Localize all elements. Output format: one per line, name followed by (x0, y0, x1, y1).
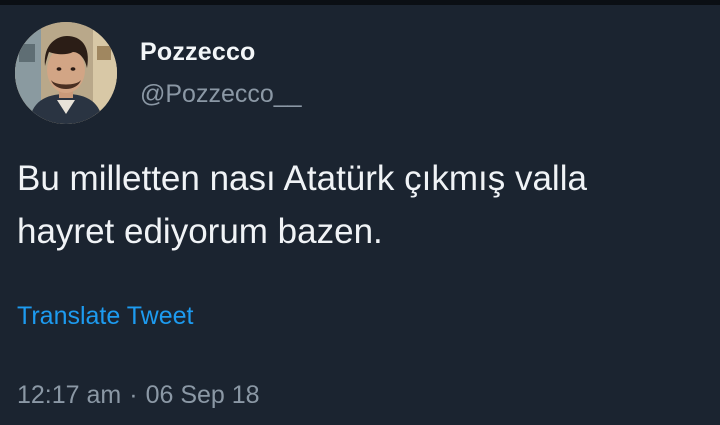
profile-photo-icon (15, 22, 117, 124)
timestamp-separator: · (129, 381, 138, 409)
tweet-date: 06 Sep 18 (145, 381, 260, 409)
author-handle[interactable]: @Pozzecco__ (140, 80, 302, 109)
translate-tweet-link[interactable]: Translate Tweet (17, 302, 193, 331)
tweet-text-line-1: Bu milletten nası Atatürk çıkmış valla (17, 159, 587, 198)
author-display-name[interactable]: Pozzecco (140, 38, 256, 67)
tweet-timestamp[interactable]: 12:17 am · 06 Sep 18 (17, 381, 260, 410)
tweet-text: Bu milletten nası Atatürk çıkmış valla h… (17, 152, 717, 258)
tweet-text-line-2: hayret ediyorum bazen. (17, 212, 383, 251)
tweet-card: Pozzecco @Pozzecco__ Bu milletten nası A… (0, 0, 720, 425)
tweet-time: 12:17 am (17, 381, 122, 409)
avatar[interactable] (15, 22, 117, 124)
